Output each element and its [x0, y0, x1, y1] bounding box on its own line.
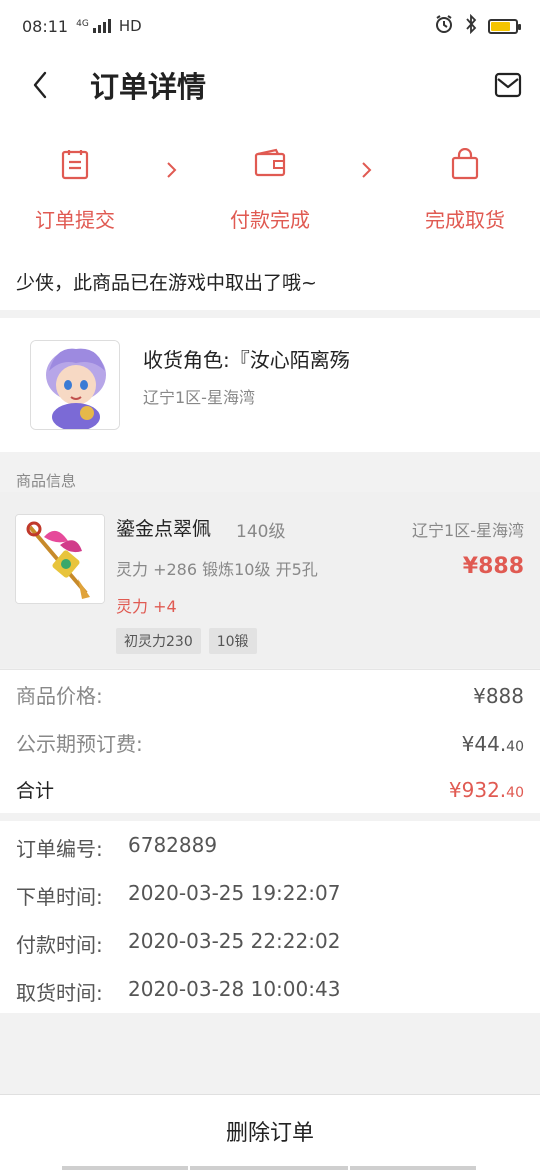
bottom-bar: 删除订单 — [0, 1094, 540, 1170]
goods-tag: 初灵力230 — [116, 628, 201, 654]
total-label: 合计 — [16, 780, 55, 802]
step-label: 订单提交 — [35, 208, 115, 232]
fee-main: ¥44. — [461, 732, 507, 756]
battery-icon — [488, 18, 521, 34]
bag-icon — [451, 148, 479, 180]
clipboard-icon — [61, 150, 89, 180]
goods-section-label: 商品信息 — [16, 472, 77, 490]
goods-tags: 初灵力230 10锻 — [116, 628, 257, 654]
goods-price-label: 商品价格: — [16, 684, 103, 708]
fee-cents: 40 — [506, 739, 524, 755]
pay-time-label: 付款时间: — [16, 933, 103, 957]
signal-icon — [92, 19, 111, 33]
page-title: 订单详情 — [90, 70, 207, 104]
back-button[interactable] — [0, 52, 80, 118]
pickup-time-label: 取货时间: — [16, 981, 103, 1005]
order-number-label: 订单编号: — [16, 837, 103, 861]
network-type: 4G — [76, 18, 89, 29]
step-pickup-complete: 完成取货 — [405, 148, 525, 233]
goods-bonus: 灵力 +4 — [116, 597, 177, 616]
mail-button[interactable] — [492, 69, 524, 101]
status-left: 08:11 4G HD — [22, 17, 142, 36]
order-number[interactable]: 6782889 — [128, 833, 217, 862]
mail-icon — [494, 72, 522, 98]
order-number-row: 订单编号: 6782889 — [16, 833, 217, 862]
goods-price-value: ¥888 — [473, 684, 524, 708]
pickup-time-row: 取货时间: 2020-03-28 10:00:43 — [16, 977, 340, 1006]
total-row: 合计 ¥932.40 — [16, 776, 524, 803]
price-summary: 商品价格: ¥888 公示期预订费: ¥44.40 合计 ¥932.40 — [0, 669, 540, 813]
status-bar: 08:11 4G HD — [0, 0, 540, 52]
order-time: 2020-03-25 19:22:07 — [128, 881, 341, 905]
app-header: 订单详情 — [0, 52, 540, 118]
goods-server: 辽宁1区-星海湾 — [412, 521, 524, 540]
goods-price: ¥888 — [462, 554, 524, 579]
goods-price-row: 商品价格: ¥888 — [16, 680, 524, 709]
pickup-time: 2020-03-28 10:00:43 — [128, 977, 341, 1001]
home-indicator — [62, 1166, 478, 1170]
receiver-name: 收货角色:『汝心陌离殇 — [143, 344, 350, 373]
fee-row: 公示期预订费: ¥44.40 — [16, 728, 524, 757]
hd-label: HD — [118, 17, 142, 35]
pickup-notice: 少侠，此商品已在游戏中取出了哦~ — [0, 246, 540, 310]
delete-order-button[interactable]: 删除订单 — [0, 1095, 540, 1167]
wallet-icon — [254, 148, 286, 177]
step-label: 完成取货 — [425, 208, 505, 232]
order-progress-steps: 订单提交 付款完成 完成取货 — [0, 118, 540, 246]
goods-attributes: 灵力 +286 锻炼10级 开5孔 — [116, 560, 318, 579]
fee-value: ¥44.40 — [462, 732, 524, 756]
order-time-label: 下单时间: — [16, 885, 103, 909]
status-time: 08:11 — [22, 16, 69, 36]
order-info: 订单编号: 6782889 下单时间: 2020-03-25 19:22:07 … — [0, 821, 540, 1013]
order-time-row: 下单时间: 2020-03-25 19:22:07 — [16, 881, 340, 910]
step-order-submitted: 订单提交 — [15, 148, 135, 233]
chevron-right-icon — [167, 162, 177, 178]
goods-card[interactable]: 鎏金点翠佩 140级 辽宁1区-星海湾 灵力 +286 锻炼10级 开5孔 ¥8… — [0, 492, 540, 668]
step-label: 付款完成 — [230, 208, 310, 232]
receiver-server: 辽宁1区-星海湾 — [143, 388, 255, 407]
status-right — [434, 13, 521, 38]
order-detail-page: 08:11 4G HD 订单详情 订单提交 付款完成 完成取货 少侠，此商品已在… — [0, 0, 540, 1170]
chevron-right-icon — [362, 162, 372, 178]
alarm-icon — [434, 14, 454, 38]
chevron-left-icon — [33, 71, 47, 99]
receiver-role-name: 『汝心陌离殇 — [229, 348, 350, 372]
receiver-card: 收货角色:『汝心陌离殇 辽宁1区-星海湾 — [0, 318, 540, 452]
pay-time: 2020-03-25 22:22:02 — [128, 929, 341, 953]
bluetooth-icon — [462, 13, 480, 38]
goods-level: 140级 — [236, 522, 286, 542]
total-value: ¥932.40 — [449, 778, 524, 802]
total-cents: 40 — [506, 785, 524, 801]
receiver-label: 收货角色: — [143, 348, 230, 372]
goods-tag: 10锻 — [208, 628, 257, 654]
goods-name: 鎏金点翠佩 — [116, 518, 212, 540]
goods-image — [15, 514, 105, 604]
avatar — [30, 340, 120, 430]
fee-label: 公示期预订费: — [16, 732, 143, 756]
total-main: ¥932. — [448, 778, 507, 802]
pay-time-row: 付款时间: 2020-03-25 22:22:02 — [16, 929, 340, 958]
step-payment-complete: 付款完成 — [210, 148, 330, 233]
